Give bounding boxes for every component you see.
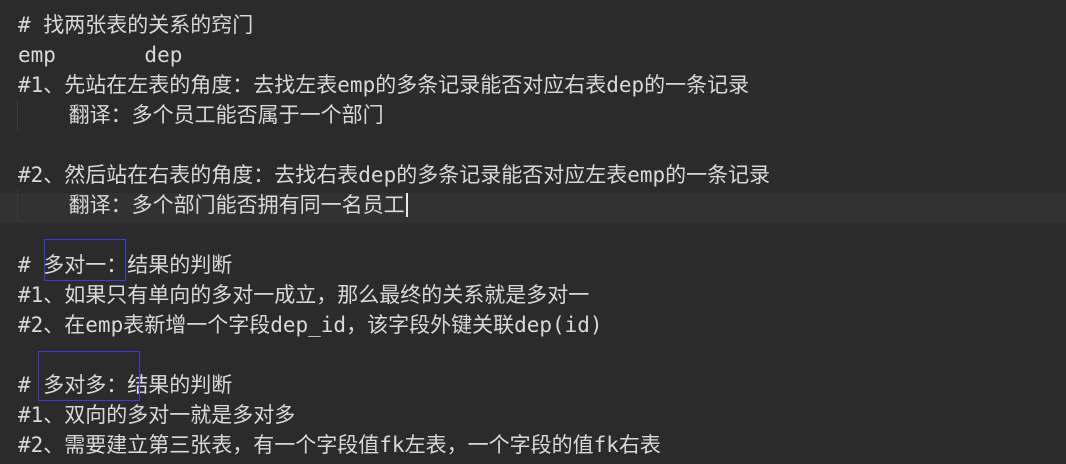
code-line-15[interactable]: #2、需要建立第三张表，有一个字段值fk左表，一个字段的值fk右表 [18,430,661,460]
code-editor[interactable]: # 找两张表的关系的窍门 emp dep #1、先站在左表的角度：去找左表emp… [0,0,1066,464]
code-line-14[interactable]: #1、双向的多对一就是多对多 [18,400,295,430]
code-line-7-text: 翻译：多个部门能否拥有同一名员工 [18,193,405,217]
code-line-13[interactable]: # 多对多：结果的判断 [18,370,232,400]
code-line-4[interactable]: 翻译：多个员工能否属于一个部门 [18,100,384,130]
code-line-1[interactable]: # 找两张表的关系的窍门 [18,10,253,40]
code-line-10[interactable]: #1、如果只有单向的多对一成立，那么最终的关系就是多对一 [18,280,589,310]
text-caret [405,193,408,217]
code-line-6[interactable]: #2、然后站在右表的角度：去找右表dep的多条记录能否对应左表emp的一条记录 [18,160,770,190]
code-line-2[interactable]: emp dep [18,40,182,70]
code-line-9[interactable]: # 多对一：结果的判断 [18,250,232,280]
code-line-11[interactable]: #2、在emp表新增一个字段dep_id，该字段外键关联dep(id) [18,310,603,340]
code-line-3[interactable]: #1、先站在左表的角度：去找左表emp的多条记录能否对应右表dep的一条记录 [18,70,749,100]
code-line-7[interactable]: 翻译：多个部门能否拥有同一名员工 [18,190,408,220]
